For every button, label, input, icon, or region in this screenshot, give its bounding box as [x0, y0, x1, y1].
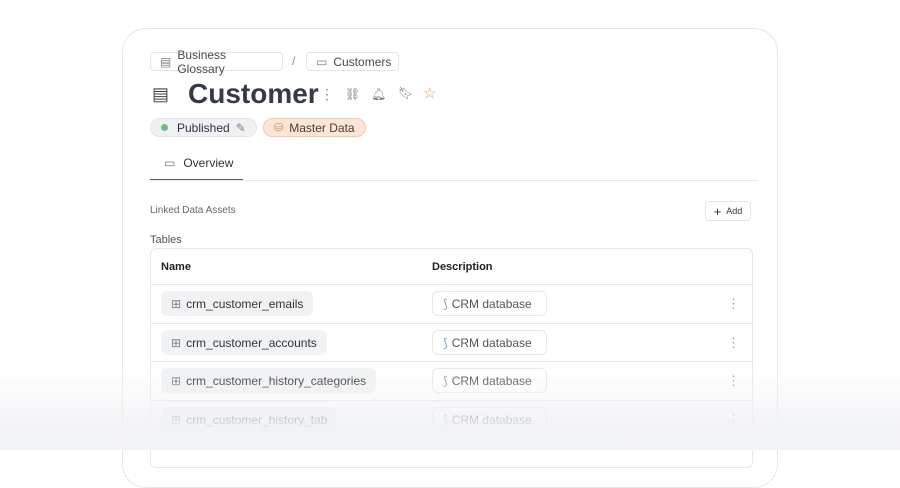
breadcrumb-customers[interactable]: ▭ Customers	[306, 52, 399, 71]
master-data-tag[interactable]: ⛁ Master Data	[263, 118, 366, 137]
database-chip[interactable]: ⟆ CRM database	[432, 291, 547, 316]
tables-table: Name Description ⊞ crm_customer_emails ⟆ C…	[150, 248, 753, 468]
table-row[interactable]: ⊞ crm_customer_accounts ⟆ CRM database ⋮	[151, 323, 752, 361]
plus-icon: +	[713, 203, 722, 219]
table-row[interactable]: ⊞ crm_customer_history_categories ⟆ CRM da…	[151, 361, 752, 400]
edit-icon[interactable]: ✎	[236, 121, 246, 135]
mysql-icon: ⟆	[443, 296, 448, 311]
glossary-term-icon: ▭	[316, 54, 328, 69]
database-icon: ⛁	[274, 122, 284, 134]
table-name-chip[interactable]: ⊞ crm_customer_accounts	[161, 330, 327, 355]
tab-divider	[150, 180, 758, 181]
row-more-icon[interactable]: ⋮	[727, 412, 740, 428]
lineage-icon[interactable]: ⛓	[345, 87, 360, 101]
status-dot-icon	[161, 124, 168, 131]
column-header-name: Name	[161, 261, 191, 273]
section-title: Linked Data Assets	[150, 205, 236, 216]
database-chip[interactable]: ⟆ CRM database	[432, 368, 547, 393]
breadcrumb-business-glossary[interactable]: ▤ Business Glossary	[150, 48, 283, 76]
add-button[interactable]: + Add	[705, 201, 751, 221]
status-badge[interactable]: Published ✎	[150, 118, 257, 137]
table-name-chip[interactable]: ⊞ crm_customer_emails	[161, 291, 314, 316]
table-icon: ⊞	[171, 335, 182, 350]
table-name-chip[interactable]: ⊞ crm_customer_history_tab	[161, 407, 338, 432]
row-more-icon[interactable]: ⋮	[727, 373, 740, 389]
table-row[interactable]: ⊞ crm_customer_emails ⟆ CRM database ⋮	[151, 284, 752, 323]
mysql-icon: ⟆	[443, 335, 448, 350]
breadcrumb-separator: /	[292, 54, 296, 68]
tab-overview[interactable]: ▭ Overview	[150, 156, 243, 181]
more-options-icon[interactable]: ⋮	[320, 86, 334, 103]
star-icon[interactable]: ☆	[423, 84, 436, 102]
presentation-icon: ▭	[164, 156, 176, 170]
table-row[interactable]: ⊞ crm_customer_history_tab ⟆ CRM database …	[151, 400, 752, 439]
page-title: Customer	[188, 78, 319, 109]
row-more-icon[interactable]: ⋮	[727, 335, 740, 351]
table-icon: ⊞	[171, 412, 182, 427]
bookmark-icon[interactable]: 🔖︎	[398, 86, 413, 100]
bell-icon[interactable]: 🔔︎	[371, 87, 386, 101]
row-more-icon[interactable]: ⋮	[727, 296, 740, 312]
mysql-icon: ⟆	[443, 412, 448, 427]
database-chip[interactable]: ⟆ CRM database	[432, 407, 547, 432]
book-icon: ▤	[160, 54, 172, 69]
table-icon: ⊞	[171, 373, 182, 388]
glossary-term-icon: ▤	[152, 84, 170, 104]
table-name-chip[interactable]: ⊞ crm_customer_history_categories	[161, 368, 377, 393]
table-icon: ⊞	[171, 296, 182, 311]
mysql-icon: ⟆	[443, 373, 448, 388]
tables-label: Tables	[150, 234, 182, 246]
column-header-description: Description	[432, 261, 493, 273]
database-chip[interactable]: ⟆ CRM database	[432, 330, 547, 355]
